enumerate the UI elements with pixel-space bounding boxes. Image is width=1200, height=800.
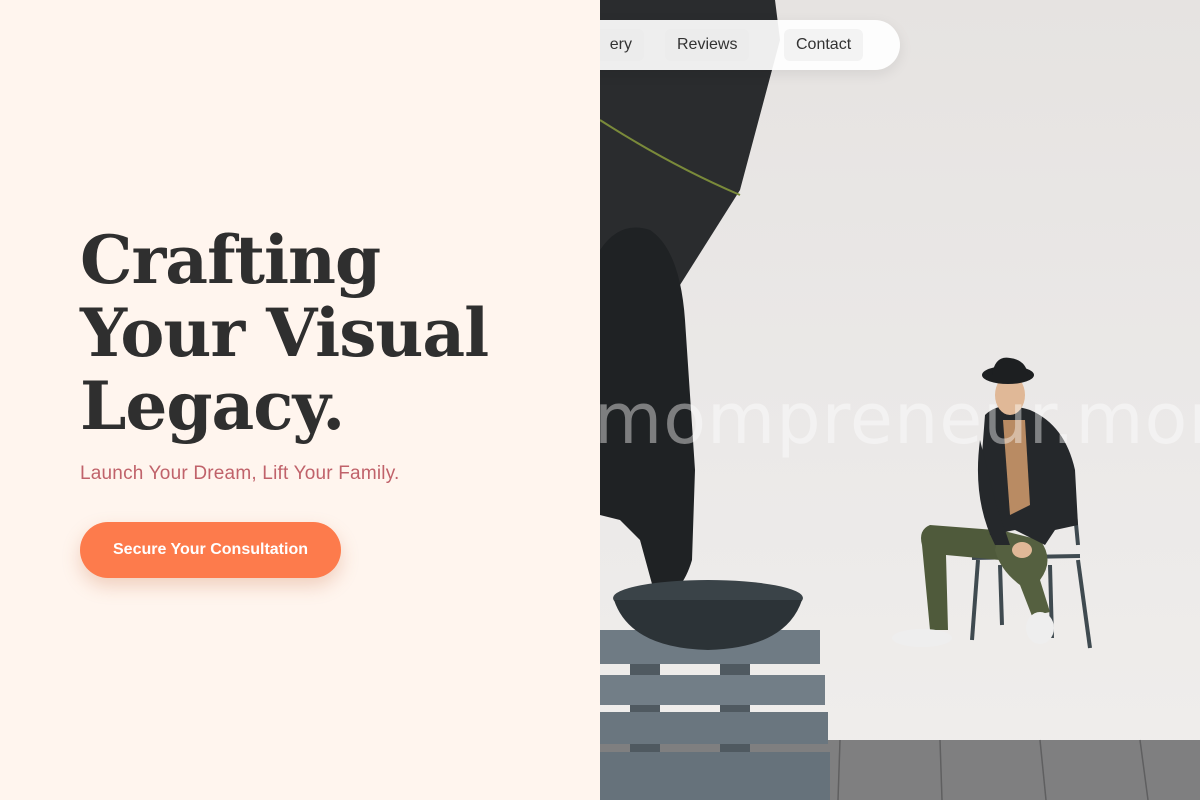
headline-line-3: Legacy. — [80, 367, 345, 445]
wooden-pallets — [600, 630, 830, 800]
headline-line-2: Your Visual — [80, 294, 489, 372]
nav-item-contact[interactable]: Contact — [784, 29, 864, 61]
headline-line-1: Crafting — [80, 221, 381, 299]
page: mompreneur.mom ery Reviews Contact Craft… — [0, 0, 1200, 800]
hero-text-panel: Crafting Your Visual Legacy. Launch Your… — [0, 0, 600, 800]
watermark-text: mompreneur.mom — [600, 378, 1200, 460]
hero-photo: mompreneur.mom — [600, 0, 1200, 800]
hero-tagline: Launch Your Dream, Lift Your Family. — [80, 463, 400, 484]
hero-headline: Crafting Your Visual Legacy. — [80, 224, 560, 443]
nav-item-reviews[interactable]: Reviews — [665, 29, 750, 61]
consultation-button[interactable]: Secure Your Consultation — [80, 522, 341, 578]
